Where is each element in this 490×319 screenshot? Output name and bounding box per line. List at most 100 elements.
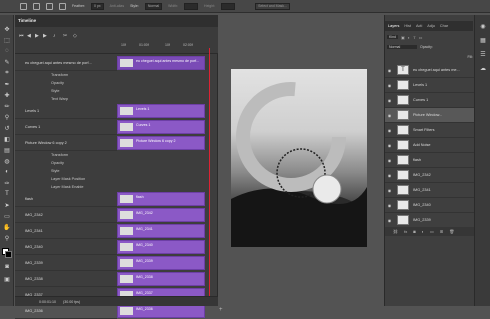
timeline-layer-row[interactable]: IMG_2339 — [15, 255, 117, 271]
swatches-panel-icon[interactable]: ▦ — [479, 37, 487, 45]
new-layer-icon[interactable]: ⊞ — [440, 229, 443, 234]
height-input[interactable] — [221, 2, 236, 10]
playhead[interactable] — [209, 48, 210, 306]
blend-mode-select[interactable]: Normal — [387, 45, 417, 49]
timeline-layer-row[interactable]: Picture Window 6 copy 2 — [15, 135, 117, 151]
link-layers-icon[interactable]: ⛓ — [393, 229, 398, 234]
timeline-layer-row[interactable]: IMG_2338 — [15, 271, 117, 287]
time-ruler[interactable]: 10f 01:00f 10f 02:00f — [117, 43, 213, 53]
visibility-eye-icon[interactable]: ◉ — [385, 128, 394, 133]
render-icon[interactable]: ✂ — [63, 33, 67, 39]
new-group-icon[interactable]: ▭ — [430, 229, 434, 234]
add-mask-icon[interactable]: ◙ — [413, 229, 415, 234]
timeline-property-row[interactable]: Transform — [15, 71, 117, 79]
timeline-clip[interactable]: IMG_2341 — [117, 224, 205, 238]
timeline-clip[interactable]: IMG_2342 — [117, 208, 205, 222]
timeline-property-row[interactable]: Layer Mask Position — [15, 175, 117, 183]
layer-item[interactable]: ◉ IMG_2340 — [385, 198, 475, 213]
document-canvas[interactable] — [231, 69, 367, 247]
crop-tool-icon[interactable]: ⌗ — [3, 69, 11, 77]
tab-actions[interactable]: Acti — [416, 24, 422, 28]
visibility-eye-icon[interactable]: ◉ — [385, 158, 394, 163]
visibility-eye-icon[interactable]: ◉ — [385, 188, 394, 193]
transition-icon[interactable]: ◇ — [73, 33, 77, 39]
blur-tool-icon[interactable]: ◍ — [3, 157, 11, 165]
visibility-eye-icon[interactable]: ◉ — [385, 143, 394, 148]
timeline-property-row[interactable]: Transform — [15, 151, 117, 159]
stamp-tool-icon[interactable]: ⚲ — [3, 113, 11, 121]
layer-item[interactable]: ◉ Add Noise — [385, 138, 475, 153]
gradient-tool-icon[interactable]: ▤ — [3, 146, 11, 154]
tab-layers[interactable]: Layers — [388, 24, 399, 28]
path-select-icon[interactable]: ➤ — [3, 201, 11, 209]
healing-tool-icon[interactable]: ✚ — [3, 91, 11, 99]
visibility-eye-icon[interactable]: ◉ — [385, 68, 394, 73]
visibility-eye-icon[interactable]: ◉ — [385, 83, 394, 88]
timeline-layer-row[interactable]: flash — [15, 191, 117, 207]
layer-item[interactable]: ◉ IMG_2342 — [385, 168, 475, 183]
timeline-property-row[interactable]: Style — [15, 87, 117, 95]
add-media-icon[interactable]: + — [219, 307, 223, 313]
tab-history[interactable]: Hist — [404, 24, 411, 28]
feather-input[interactable]: 0 px — [91, 2, 104, 10]
timeline-clip[interactable]: IMG_2340 — [117, 240, 205, 254]
first-frame-icon[interactable]: ⏮ — [19, 33, 24, 39]
width-input[interactable] — [184, 2, 199, 10]
visibility-eye-icon[interactable]: ◉ — [385, 173, 394, 178]
next-frame-icon[interactable]: ▶ — [43, 33, 47, 39]
add-selection-icon[interactable] — [33, 2, 40, 10]
timeline-clip[interactable]: IMG_2339 — [117, 256, 205, 270]
shape-tool-icon[interactable]: ▭ — [3, 212, 11, 220]
antialias-label[interactable]: Anti-alias — [110, 4, 124, 8]
style-select[interactable]: Normal — [144, 2, 163, 10]
audio-icon[interactable]: ♪ — [53, 33, 56, 39]
tab-adjustments[interactable]: Adju — [427, 24, 435, 28]
timeline-clip[interactable]: flash — [117, 192, 205, 206]
timeline-layer-row[interactable]: Levels 1 — [15, 103, 117, 119]
lasso-tool-icon[interactable]: ◌ — [3, 47, 11, 55]
timeline-tab[interactable]: Timeline — [15, 15, 218, 27]
timeline-clip[interactable]: Curves 1 — [117, 120, 205, 134]
timeline-property-row[interactable]: Opacity — [15, 159, 117, 167]
timeline-property-row[interactable]: Opacity — [15, 79, 117, 87]
filter-kind-select[interactable]: Kind — [387, 35, 399, 39]
marquee-tool-icon[interactable]: ⬚ — [3, 36, 11, 44]
dodge-tool-icon[interactable]: ◐ — [3, 168, 11, 176]
layer-item[interactable]: ◉ flash — [385, 153, 475, 168]
layer-item[interactable]: ◉ IMG_2339 — [385, 213, 475, 228]
layer-item[interactable]: ◉ Levels 1 — [385, 78, 475, 93]
visibility-eye-icon[interactable]: ◉ — [385, 98, 394, 103]
timeline-clip[interactable]: IMG_2336 — [117, 304, 205, 318]
type-tool-icon[interactable]: T — [3, 190, 11, 198]
zoom-tool-icon[interactable]: ⚲ — [3, 234, 11, 242]
timeline-layer-row[interactable]: IMG_2341 — [15, 223, 117, 239]
timeline-layer-row[interactable]: Curves 1 — [15, 119, 117, 135]
layer-item[interactable]: ◉ Curves 1 — [385, 93, 475, 108]
properties-panel-icon[interactable]: ☰ — [479, 51, 487, 59]
libraries-panel-icon[interactable]: ☁ — [479, 65, 487, 73]
timeline-layer-row[interactable]: IMG_2340 — [15, 239, 117, 255]
new-selection-icon[interactable] — [20, 2, 27, 10]
prev-frame-icon[interactable]: ◀ — [27, 33, 31, 39]
color-panel-icon[interactable]: ◉ — [479, 23, 487, 31]
layer-item[interactable]: ◉ Teu cheguei aqui antes me... — [385, 63, 475, 78]
timeline-clip[interactable]: eu cheguei aqui antes mesmo de porf... — [117, 56, 205, 70]
filter-pixel-icon[interactable]: ▣ — [401, 35, 405, 40]
timeline-clip[interactable]: Picture Window 6 copy 2 — [117, 136, 205, 150]
quick-mask-icon[interactable]: ◙ — [3, 263, 11, 271]
fx-icon[interactable]: fx — [404, 229, 407, 234]
timeline-layer-row[interactable]: eu cheguei aqui antes mesmo de porf... — [15, 55, 117, 71]
visibility-eye-icon[interactable]: ◉ — [385, 203, 394, 208]
timeline-layer-row[interactable]: IMG_2342 — [15, 207, 117, 223]
timeline-property-row[interactable]: Layer Mask Enable — [15, 183, 117, 191]
play-icon[interactable]: ▶ — [35, 33, 39, 39]
screen-mode-icon[interactable]: ▣ — [3, 275, 11, 283]
layer-item[interactable]: ◉ Picture Window... — [385, 108, 475, 123]
timeline-property-row[interactable]: Style — [15, 167, 117, 175]
filter-shape-icon[interactable]: ▭ — [419, 35, 423, 40]
timeline-clip[interactable]: Levels 1 — [117, 104, 205, 118]
hand-tool-icon[interactable]: ✋ — [3, 223, 11, 231]
layer-item[interactable]: ◉ Smart Filters — [385, 123, 475, 138]
visibility-eye-icon[interactable]: ◉ — [385, 113, 394, 118]
layer-item[interactable]: ◉ IMG_2341 — [385, 183, 475, 198]
